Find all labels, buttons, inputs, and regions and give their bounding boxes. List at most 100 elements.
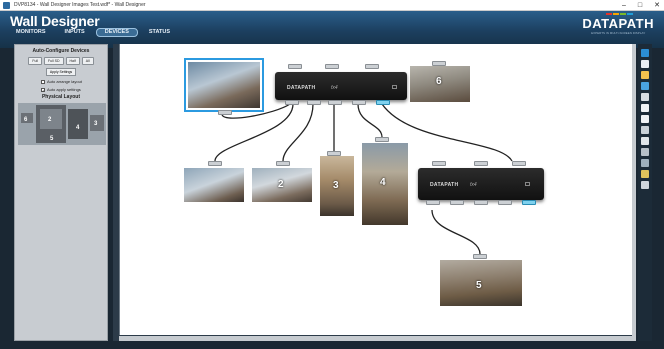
main-tabs: MONITORS INPUTS DEVICES STATUS — [8, 28, 178, 37]
device-1-input-3[interactable] — [365, 64, 379, 69]
display-icon[interactable] — [641, 170, 649, 178]
device-canvas[interactable]: 1 DATAPATH fx4 6 2 3 4 — [119, 44, 634, 335]
device-1-input-2[interactable] — [325, 64, 339, 69]
monitor-5-number: 5 — [476, 280, 482, 291]
device-1-input-1[interactable] — [288, 64, 302, 69]
monitor-1b-port[interactable] — [208, 161, 222, 166]
all-button[interactable]: All — [81, 57, 94, 65]
copy-icon[interactable] — [641, 137, 649, 145]
logo-tagline: EXPERTS IN MULTI-SCREEN DISPLAY — [591, 31, 646, 35]
tab-status[interactable]: STATUS — [141, 28, 178, 37]
app-header: Wall Designer MONITORS INPUTS DEVICES ST… — [0, 11, 664, 48]
auto-configure-title: Auto-Configure Devices — [32, 48, 90, 54]
half-button[interactable]: Half — [65, 57, 80, 65]
full-button[interactable]: Full — [28, 57, 43, 65]
edit-icon[interactable] — [641, 148, 649, 156]
monitor-6-number: 6 — [436, 76, 442, 87]
physical-layout-preview: 6 5 4 2 3 — [18, 103, 106, 145]
device-1-output-1[interactable] — [285, 100, 299, 105]
device-2-output-3[interactable] — [474, 200, 488, 205]
monitor-1-image — [188, 62, 260, 108]
full-sd-button[interactable]: Full SD — [44, 57, 64, 65]
auto-arrange-option[interactable]: Auto arrange layout — [41, 79, 107, 84]
monitor-5[interactable]: 5 — [440, 260, 522, 306]
monitor-2-port[interactable] — [276, 161, 290, 166]
device-2-input-1[interactable] — [432, 161, 446, 166]
fx4-device-2[interactable]: DATAPATH fx4 — [418, 168, 544, 200]
minimize-button[interactable]: – — [622, 0, 626, 11]
tab-devices[interactable]: DEVICES — [95, 28, 138, 37]
logo-color-bars — [606, 13, 634, 15]
logo-text: DATAPATH — [582, 16, 654, 31]
cable-monitor-2 — [282, 103, 314, 162]
save-icon[interactable] — [641, 82, 649, 90]
logo-bar-red — [606, 13, 613, 15]
device-2-output-2[interactable] — [450, 200, 464, 205]
auto-apply-option[interactable]: ✓ Auto apply settings — [41, 87, 107, 92]
horizontal-scrollbar[interactable] — [119, 336, 632, 341]
window-controls: – □ ✕ — [622, 0, 660, 11]
undo-icon[interactable] — [641, 104, 649, 112]
device-2-output-5[interactable] — [522, 200, 536, 205]
new-icon[interactable] — [641, 60, 649, 68]
vertical-scrollbar[interactable] — [632, 44, 636, 341]
monitor-1-port[interactable] — [218, 110, 232, 115]
tab-monitors[interactable]: MONITORS — [8, 28, 54, 37]
cable-monitor-5 — [431, 209, 481, 255]
device-2-input-2[interactable] — [474, 161, 488, 166]
device-2-input-3[interactable] — [512, 161, 526, 166]
tab-inputs[interactable]: INPUTS — [57, 28, 93, 37]
monitor-4[interactable]: 4 — [362, 143, 408, 225]
datapath-logo: DATAPATH EXPERTS IN MULTI-SCREEN DISPLAY — [582, 13, 654, 35]
close-button[interactable]: ✕ — [654, 0, 660, 11]
device-1-output-5[interactable] — [376, 100, 390, 105]
monitor-3-number: 3 — [333, 180, 339, 191]
add-icon[interactable] — [641, 126, 649, 134]
auto-arrange-label: Auto arrange layout — [47, 79, 82, 84]
redo-icon[interactable] — [641, 115, 649, 123]
right-toolbar — [638, 44, 652, 341]
device-2-output-4[interactable] — [498, 200, 512, 205]
device-1-led-icon — [392, 85, 397, 89]
device-1-model: fx4 — [331, 85, 338, 91]
app-icon — [3, 2, 10, 9]
auto-apply-label: Auto apply settings — [47, 87, 81, 92]
monitor-4-port[interactable] — [375, 137, 389, 142]
monitor-3[interactable]: 3 — [320, 156, 354, 216]
preset-buttons: Full Full SD Half All — [15, 57, 107, 65]
grid-icon[interactable] — [641, 159, 649, 167]
open-icon[interactable] — [641, 71, 649, 79]
device-1-output-3[interactable] — [328, 100, 342, 105]
auto-arrange-checkbox[interactable] — [41, 79, 45, 84]
device-1-output-2[interactable] — [307, 100, 321, 105]
apply-settings-button[interactable]: Apply Settings — [46, 68, 76, 76]
monitor-5-port[interactable] — [473, 254, 487, 259]
monitor-2[interactable]: 2 — [252, 168, 312, 202]
app-title: Wall Designer — [10, 13, 100, 29]
monitor-6-port[interactable] — [432, 61, 446, 66]
device-2-brand: DATAPATH — [430, 182, 459, 188]
physical-layout-title: Physical Layout — [41, 94, 81, 100]
device-2-output-1[interactable] — [426, 200, 440, 205]
cable-monitor-4 — [357, 103, 383, 138]
auto-apply-checkbox[interactable]: ✓ — [41, 87, 45, 92]
device-1-output-4[interactable] — [352, 100, 366, 105]
monitor-6[interactable]: 6 — [410, 66, 470, 102]
settings-icon[interactable] — [641, 181, 649, 189]
device-1-brand: DATAPATH — [287, 85, 316, 91]
monitor-1[interactable]: 1 — [184, 58, 264, 112]
monitor-2-number: 2 — [278, 179, 284, 190]
fx4-device-1[interactable]: DATAPATH fx4 — [275, 72, 407, 100]
app-window: DVP8134 - Wall Designer Images Test.wdf*… — [0, 0, 664, 349]
layout-screen-3 — [68, 109, 88, 139]
logo-bar-blue — [627, 13, 634, 15]
monitor-4-number: 4 — [380, 177, 386, 188]
window-titlebar: DVP8134 - Wall Designer Images Test.wdf*… — [0, 0, 664, 11]
maximize-button[interactable]: □ — [638, 0, 642, 11]
monitor-1b[interactable] — [184, 168, 244, 202]
logo-bar-green — [620, 13, 627, 15]
physical-layout-graphic: 6 5 4 2 3 — [21, 105, 104, 143]
print-icon[interactable] — [641, 93, 649, 101]
help-icon[interactable] — [641, 49, 649, 57]
device-2-led-icon — [525, 182, 530, 186]
